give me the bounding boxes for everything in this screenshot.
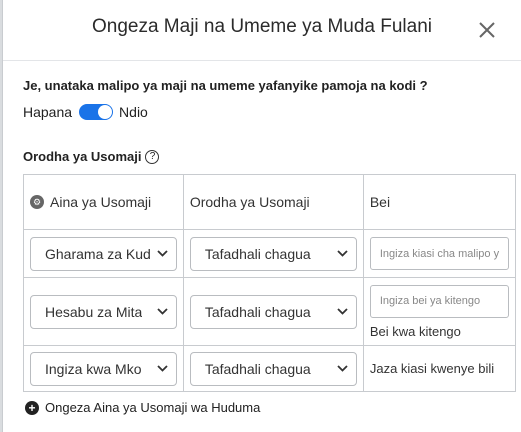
modal-dialog: Ongeza Maji na Umeme ya Muda Fulani Je, … bbox=[2, 0, 521, 432]
type-select[interactable]: Ingiza kwa Mko bbox=[30, 351, 177, 386]
add-reading-type-label: Ongeza Aina ya Usomaji wa Huduma bbox=[45, 400, 261, 415]
type-select-value: Ingiza kwa Mko bbox=[45, 360, 142, 377]
table-header-row: ⚙ Aina ya Usomaji Orodha ya Usomaji Bei bbox=[23, 174, 517, 230]
chevron-down-icon bbox=[337, 250, 348, 257]
list-cell: Tafadhali chagua bbox=[182, 229, 364, 278]
type-cell: Hesabu za Mita bbox=[23, 277, 184, 346]
toggle-knob bbox=[98, 105, 113, 119]
combine-toggle[interactable] bbox=[79, 104, 114, 120]
plus-circle-icon: + bbox=[25, 400, 39, 415]
readings-table: ⚙ Aina ya Usomaji Orodha ya Usomaji Bei … bbox=[23, 174, 517, 392]
list-select[interactable]: Tafadhali chagua bbox=[189, 294, 357, 329]
add-reading-type-button[interactable]: + Ongeza Aina ya Usomaji wa Huduma bbox=[25, 400, 260, 415]
combine-toggle-row: Hapana Ndio bbox=[23, 104, 148, 120]
header-list: Orodha ya Usomaji bbox=[182, 174, 364, 230]
toggle-off-label: Hapana bbox=[23, 104, 73, 120]
list-select-value: Tafadhali chagua bbox=[204, 360, 311, 377]
chevron-down-icon bbox=[337, 308, 348, 315]
chevron-down-icon bbox=[157, 308, 168, 315]
header-type: ⚙ Aina ya Usomaji bbox=[23, 174, 184, 230]
type-select-value: Hesabu za Mita bbox=[45, 303, 143, 320]
table-row: Gharama za Kud Tafadhali chagua Ingiza k… bbox=[23, 229, 517, 278]
type-select[interactable]: Hesabu za Mita bbox=[30, 294, 177, 329]
help-icon[interactable]: ? bbox=[145, 149, 160, 164]
combine-payment-question: Je, unataka malipo ya maji na umeme yafa… bbox=[23, 78, 428, 93]
table-row: Ingiza kwa Mko Tafadhali chagua Jaza kia… bbox=[23, 345, 517, 392]
header-type-label: Aina ya Usomaji bbox=[50, 194, 152, 210]
price-cell: Ingiza bei ya kitengo Bei kwa kitengo bbox=[362, 277, 517, 346]
unit-price-input[interactable]: Ingiza bei ya kitengo bbox=[369, 284, 510, 318]
chevron-down-icon bbox=[337, 365, 348, 372]
chevron-down-icon bbox=[157, 250, 168, 257]
price-input[interactable]: Ingiza kiasi cha malipo y bbox=[369, 237, 510, 270]
modal-header: Ongeza Maji na Umeme ya Muda Fulani bbox=[3, 0, 521, 61]
type-cell: Gharama za Kud bbox=[23, 229, 184, 278]
list-select[interactable]: Tafadhali chagua bbox=[189, 351, 357, 386]
modal-title: Ongeza Maji na Umeme ya Muda Fulani bbox=[91, 16, 433, 37]
type-select[interactable]: Gharama za Kud bbox=[30, 236, 177, 271]
toggle-on-label: Ndio bbox=[119, 104, 148, 120]
gear-icon: ⚙ bbox=[30, 195, 44, 209]
list-cell: Tafadhali chagua bbox=[182, 277, 364, 346]
header-price: Bei bbox=[362, 174, 517, 230]
close-button[interactable] bbox=[473, 16, 501, 44]
list-select-value: Tafadhali chagua bbox=[204, 245, 311, 262]
close-icon bbox=[479, 22, 495, 38]
bill-amount-text: Jaza kiasi kwenye bili bbox=[369, 361, 495, 376]
type-cell: Ingiza kwa Mko bbox=[23, 345, 184, 392]
chevron-down-icon bbox=[157, 365, 168, 372]
table-row: Hesabu za Mita Tafadhali chagua Ingiza b… bbox=[23, 277, 517, 346]
list-select-value: Tafadhali chagua bbox=[204, 303, 311, 320]
section-title: Orodha ya Usomaji ? bbox=[23, 149, 160, 164]
price-cell: Ingiza kiasi cha malipo y bbox=[362, 229, 517, 278]
section-title-text: Orodha ya Usomaji bbox=[23, 149, 142, 164]
price-cell: Jaza kiasi kwenye bili bbox=[362, 345, 517, 392]
list-select[interactable]: Tafadhali chagua bbox=[189, 236, 357, 271]
unit-price-note: Bei kwa kitengo bbox=[369, 323, 461, 339]
type-select-value: Gharama za Kud bbox=[45, 245, 151, 262]
list-cell: Tafadhali chagua bbox=[182, 345, 364, 392]
